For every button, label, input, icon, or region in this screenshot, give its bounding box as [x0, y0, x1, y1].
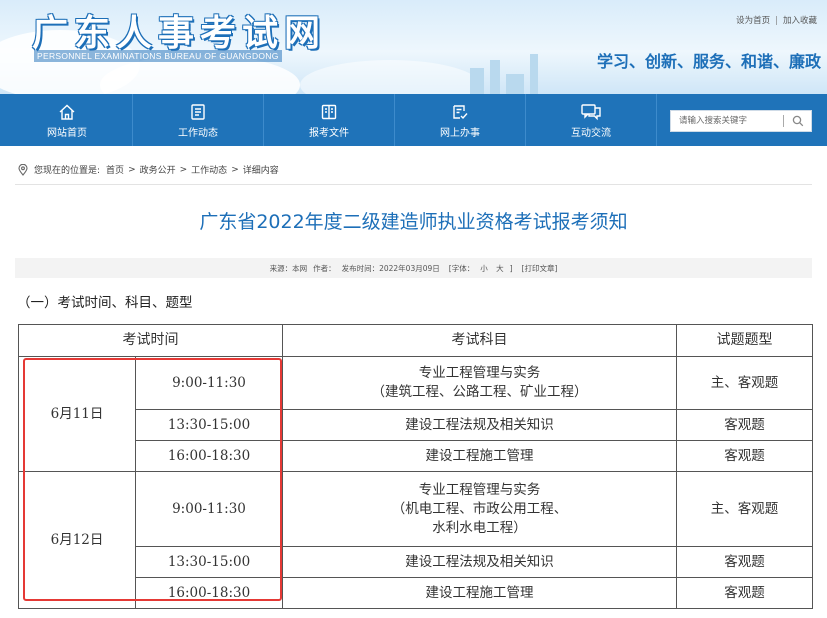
- table-row: 6月12日 9:00-11:30 专业工程管理与实务 （机电工程、市政公用工程、水…: [18, 471, 813, 609]
- breadcrumb-prefix: 您现在的位置是:: [34, 166, 101, 176]
- nav-item-label: 网上办事: [440, 127, 480, 139]
- nav-item-home[interactable]: 网站首页: [2, 94, 133, 146]
- meta-author: 作者：: [313, 263, 336, 273]
- breadcrumb: 您现在的位置是: 首页 > 政务公开 > 工作动态 > 详细内容: [18, 163, 279, 176]
- question-type: 客观题: [676, 409, 813, 441]
- question-type: 主、客观题: [676, 356, 813, 410]
- news-icon: [189, 102, 207, 122]
- exam-schedule-table: 考试时间 考试科目 试题题型 6月11日 9:00-11:30 专业工程管理与实…: [18, 324, 813, 609]
- site-logo-title: 广东人事考试网: [32, 12, 327, 54]
- site-search: [670, 110, 812, 132]
- exam-subject: 建设工程施工管理: [282, 440, 677, 472]
- nav-item-news[interactable]: 工作动态: [133, 94, 264, 146]
- breadcrumb-separator: >: [231, 164, 239, 175]
- skyline-decoration: [506, 74, 524, 94]
- nav-item-label: 报考文件: [309, 127, 349, 139]
- table-row: 6月11日 9:00-11:30 专业工程管理与实务 （建筑工程、公路工程、矿业工…: [18, 356, 813, 472]
- question-type: 客观题: [676, 546, 813, 578]
- header-question-type: 试题题型: [676, 324, 813, 357]
- table-row: 16:00-18:30 建设工程施工管理 客观题: [19, 440, 813, 472]
- section-heading: （一）考试时间、科目、题型: [17, 295, 193, 311]
- nav-item-interaction[interactable]: 互动交流: [526, 94, 657, 146]
- print-article-link[interactable]: [打印文章]: [522, 263, 558, 274]
- site-slogan: 学习、创新、服务、和谐、廉政: [596, 52, 821, 71]
- exam-subject: 建设工程法规及相关知识: [282, 546, 677, 578]
- exam-time: 16:00-18:30: [135, 577, 283, 609]
- exam-subject: 专业工程管理与实务 （建筑工程、公路工程、矿业工程）: [282, 356, 677, 410]
- font-big-link[interactable]: 大: [496, 264, 504, 273]
- nav-item-online-service[interactable]: 网上办事: [395, 94, 526, 146]
- nav-item-label: 网站首页: [47, 127, 87, 139]
- font-small-link[interactable]: 小: [480, 264, 488, 273]
- search-button[interactable]: [789, 113, 807, 129]
- skyline-decoration: [470, 68, 484, 94]
- meta-date: 发布时间：2022年03月09日: [341, 263, 440, 273]
- exam-time: 13:30-15:00: [135, 546, 283, 578]
- exam-subject: 专业工程管理与实务 （机电工程、市政公用工程、 水利水电工程）: [282, 471, 677, 547]
- skyline-decoration: [530, 54, 538, 94]
- breadcrumb-separator: >: [128, 164, 136, 175]
- table-row: 16:00-18:30 建设工程施工管理 客观题: [19, 577, 813, 609]
- breadcrumb-separator: >: [179, 164, 188, 175]
- search-divider: [783, 115, 784, 127]
- article-meta: 来源：本网 作者： 发布时间：2022年03月09日 [字体：小 大] [打印文…: [15, 258, 812, 278]
- nav-item-documents[interactable]: 报考文件: [264, 94, 395, 146]
- exam-time: 9:00-11:30: [135, 356, 283, 410]
- nav-item-label: 互动交流: [571, 127, 611, 139]
- add-favorite-link[interactable]: 加入收藏: [783, 16, 817, 26]
- home-icon: [58, 102, 76, 122]
- chat-icon: [580, 102, 602, 122]
- top-links: 设为首页 | 加入收藏: [736, 16, 817, 26]
- table-header-row: 考试时间 考试科目 试题题型: [18, 324, 813, 357]
- table-row: 13:30-15:00 建设工程法规及相关知识 客观题: [19, 546, 813, 578]
- skyline-decoration: [490, 60, 500, 94]
- question-type: 主、客观题: [676, 471, 813, 547]
- document-icon: [320, 102, 338, 122]
- table-row: 13:30-15:00 建设工程法规及相关知识 客观题: [19, 409, 813, 441]
- breadcrumb-divider: [15, 184, 812, 185]
- cloud-decoration: [300, 60, 480, 94]
- search-icon: [792, 115, 804, 127]
- meta-source: 来源：本网: [269, 263, 308, 273]
- online-service-icon: [451, 102, 469, 122]
- exam-time: 9:00-11:30: [135, 471, 283, 547]
- exam-date: 6月11日: [18, 356, 136, 472]
- breadcrumb-work-news[interactable]: 工作动态: [191, 163, 227, 176]
- header-exam-time: 考试时间: [18, 324, 283, 357]
- breadcrumb-home[interactable]: 首页: [106, 163, 124, 176]
- question-type: 客观题: [676, 577, 813, 609]
- location-pin-icon: [18, 163, 28, 176]
- breadcrumb-public-affairs[interactable]: 政务公开: [140, 163, 176, 176]
- header-exam-subject: 考试科目: [282, 324, 677, 357]
- exam-time: 13:30-15:00: [135, 409, 283, 441]
- site-header: 广东人事考试网 PERSONNEL EXAMINATIONS BUREAU OF…: [0, 0, 827, 94]
- nav-item-label: 工作动态: [178, 127, 218, 139]
- exam-time: 16:00-18:30: [135, 440, 283, 472]
- exam-subject: 建设工程法规及相关知识: [282, 409, 677, 441]
- site-logo-subtitle: PERSONNEL EXAMINATIONS BUREAU OF GUANGDO…: [34, 50, 282, 62]
- set-homepage-link[interactable]: 设为首页: [736, 16, 770, 26]
- question-type: 客观题: [676, 440, 813, 472]
- search-input[interactable]: [671, 111, 797, 131]
- exam-date: 6月12日: [18, 471, 136, 609]
- font-size-control: [字体：小 大]: [448, 263, 513, 273]
- exam-subject: 建设工程施工管理: [282, 577, 677, 609]
- breadcrumb-current: 详细内容: [242, 166, 279, 176]
- article-title: 广东省2022年度二级建造师执业资格考试报考须知: [199, 211, 628, 233]
